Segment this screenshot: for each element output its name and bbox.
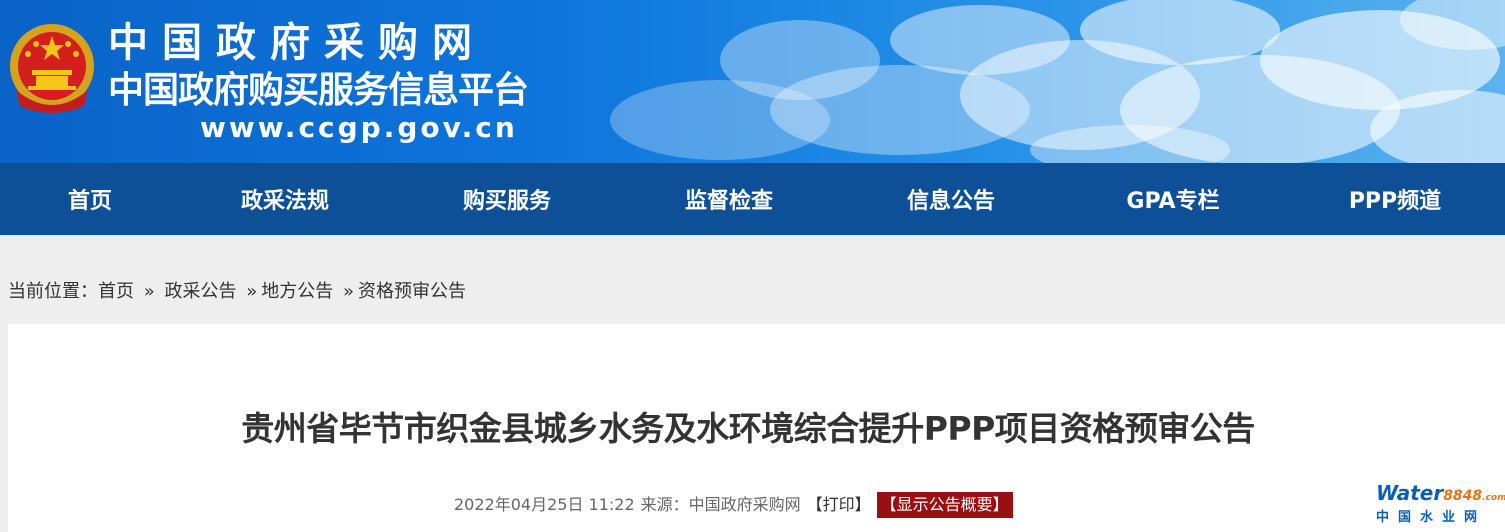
- watermark-domain: .com: [1482, 493, 1505, 503]
- article-container: 贵州省毕节市织金县城乡水务及水环境综合提升PPP项目资格预审公告 2022年04…: [8, 324, 1505, 532]
- nav-item-ppp[interactable]: PPP频道: [1335, 183, 1455, 215]
- breadcrumb-local-announcements[interactable]: 地方公告: [261, 281, 333, 302]
- watermark-brand: Water: [1376, 481, 1444, 505]
- breadcrumb-separator: »: [246, 281, 258, 302]
- watermark-brand-number: 8848: [1443, 488, 1483, 504]
- watermark-logo: Water8848.com 中国水业网: [1376, 481, 1505, 528]
- breadcrumb-prequalification[interactable]: 资格预审公告: [358, 281, 466, 302]
- print-link[interactable]: 【打印】: [807, 493, 871, 517]
- nav-item-supervision[interactable]: 监督检查: [669, 183, 789, 215]
- breadcrumb-home[interactable]: 首页: [98, 281, 134, 302]
- nav-item-purchase-services[interactable]: 购买服务: [447, 183, 567, 215]
- show-summary-button[interactable]: 【显示公告概要】: [876, 492, 1013, 518]
- article-meta: 2022年04月25日 11:22 来源：中国政府采购网 【打印】 【显示公告概…: [454, 492, 1019, 518]
- watermark-tagline: 中国水业网: [1376, 510, 1487, 525]
- breadcrumb-separator: »: [342, 281, 354, 302]
- article-datetime: 2022年04月25日 11:22: [454, 495, 635, 514]
- article-title: 贵州省毕节市织金县城乡水务及水环境综合提升PPP项目资格预审公告: [241, 409, 1255, 448]
- main-nav: 首页 政采法规 购买服务 监督检查 信息公告 GPA专栏 PPP频道: [0, 163, 1505, 235]
- breadcrumb-prefix: 当前位置：: [8, 281, 98, 302]
- nav-item-gpa[interactable]: GPA专栏: [1113, 183, 1233, 215]
- site-url: www.ccgp.gov.cn: [200, 111, 518, 144]
- breadcrumb: 当前位置：首页 » 政采公告 » 地方公告 » 资格预审公告: [8, 280, 466, 304]
- breadcrumb-gov-procurement[interactable]: 政采公告: [164, 281, 236, 302]
- nav-item-regulations[interactable]: 政采法规: [225, 183, 345, 215]
- site-subtitle: 中国政府购买服务信息平台: [108, 70, 529, 111]
- breadcrumb-separator: »: [143, 281, 155, 302]
- nav-item-home[interactable]: 首页: [40, 183, 140, 215]
- article-source: 来源：中国政府采购网: [640, 495, 801, 514]
- header-banner: 中国政府采购网 中国政府购买服务信息平台 www.ccgp.gov.cn: [0, 0, 1505, 163]
- site-title: 中国政府采购网: [108, 20, 486, 66]
- nav-item-announcements[interactable]: 信息公告: [891, 183, 1011, 215]
- national-emblem-icon: [10, 24, 94, 113]
